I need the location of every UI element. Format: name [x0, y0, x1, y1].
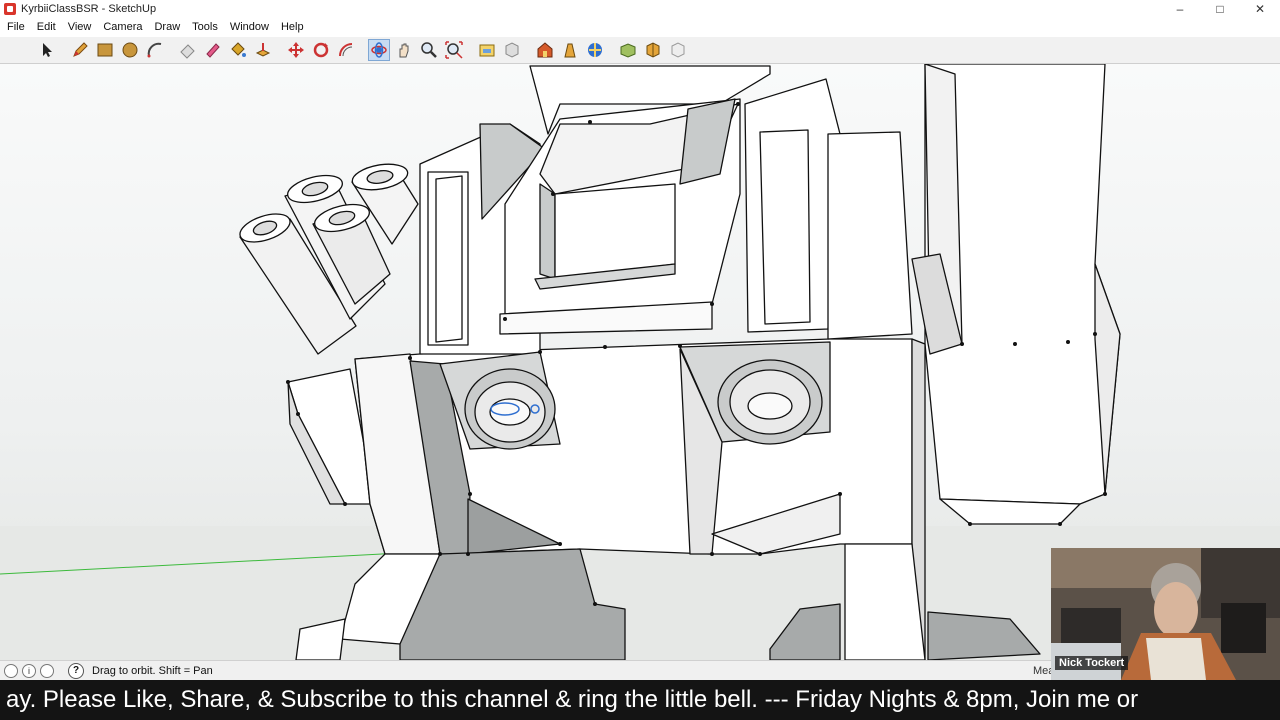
rectangle-icon[interactable]	[94, 39, 116, 61]
sketchup-logo-icon	[4, 3, 16, 15]
previous-view-icon[interactable]	[476, 39, 498, 61]
menu-bar: File Edit View Camera Draw Tools Window …	[0, 18, 1280, 36]
push-pull-icon[interactable]	[252, 39, 274, 61]
orbit-icon[interactable]	[368, 39, 390, 61]
pencil-icon[interactable]	[69, 39, 91, 61]
eraser-icon[interactable]	[177, 39, 199, 61]
share-icon[interactable]	[584, 39, 606, 61]
status-message: Drag to orbit. Shift = Pan	[92, 664, 213, 677]
window-title: KyrbiiClassBSR - SketchUp	[21, 3, 157, 15]
warehouse-icon[interactable]	[534, 39, 556, 61]
component-icon[interactable]	[617, 39, 639, 61]
zoom-extents-icon[interactable]	[443, 39, 465, 61]
missile-tubes	[239, 163, 419, 355]
next-view-icon[interactable]	[501, 39, 523, 61]
menu-file[interactable]: File	[2, 21, 30, 33]
menu-draw[interactable]: Draw	[149, 21, 185, 33]
ticker-text: ay. Please Like, Share, & Subscribe to t…	[6, 686, 1139, 713]
menu-view[interactable]: View	[63, 21, 97, 33]
zoom-icon[interactable]	[418, 39, 440, 61]
help-icon[interactable]: ?	[68, 662, 84, 679]
arc-icon[interactable]	[144, 39, 166, 61]
sketchup-window: KyrbiiClassBSR - SketchUp – □ ✕ File Edi…	[0, 0, 1280, 720]
layout-icon[interactable]	[642, 39, 664, 61]
stream-ticker: ay. Please Like, Share, & Subscribe to t…	[0, 680, 1280, 720]
rotate-icon[interactable]	[310, 39, 332, 61]
menu-window[interactable]: Window	[225, 21, 274, 33]
minimize-button[interactable]: –	[1160, 0, 1200, 18]
webcam-name-label: Nick Tockert	[1055, 656, 1129, 670]
close-button[interactable]: ✕	[1240, 0, 1280, 18]
tape-icon[interactable]	[202, 39, 224, 61]
geo-location-icon[interactable]	[4, 663, 18, 678]
window-controls: – □ ✕	[1160, 0, 1280, 18]
export-icon[interactable]	[667, 39, 689, 61]
menu-camera[interactable]: Camera	[98, 21, 147, 33]
move-icon[interactable]	[285, 39, 307, 61]
select-icon[interactable]	[36, 39, 58, 61]
user-icon[interactable]	[40, 663, 54, 678]
paint-bucket-icon[interactable]	[227, 39, 249, 61]
menu-edit[interactable]: Edit	[32, 21, 61, 33]
menu-help[interactable]: Help	[276, 21, 309, 33]
credits-icon[interactable]: i	[22, 663, 36, 678]
circle-icon[interactable]	[119, 39, 141, 61]
extension-icon[interactable]	[559, 39, 581, 61]
webcam-overlay: Nick Tockert	[1051, 548, 1280, 680]
pan-icon[interactable]	[393, 39, 415, 61]
maximize-button[interactable]: □	[1200, 0, 1240, 18]
title-bar: KyrbiiClassBSR - SketchUp – □ ✕	[0, 0, 1280, 18]
menu-tools[interactable]: Tools	[187, 21, 223, 33]
main-toolbar	[0, 37, 1280, 64]
offset-icon[interactable]	[335, 39, 357, 61]
